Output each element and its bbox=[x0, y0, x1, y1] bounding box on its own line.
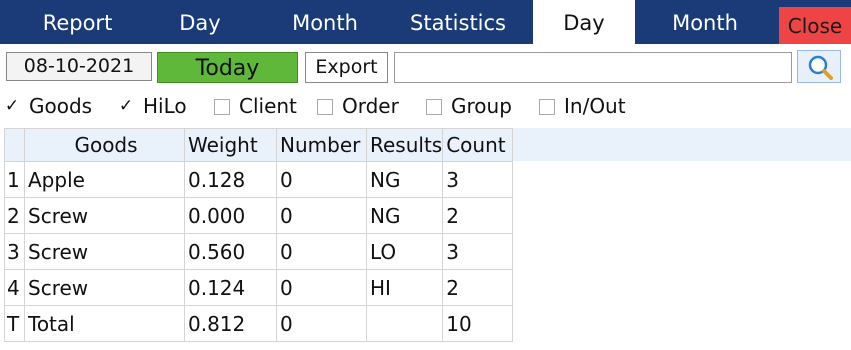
cell-weight: 0.560 bbox=[184, 233, 277, 270]
cell-number: 0 bbox=[276, 269, 367, 306]
today-button[interactable]: Today bbox=[157, 52, 298, 83]
table-header-row: Goods Weight Number Results Count bbox=[4, 128, 514, 162]
filter-label: Client bbox=[239, 94, 297, 118]
filter-label: Group bbox=[451, 94, 512, 118]
cell-result: NG bbox=[365, 161, 444, 198]
close-button[interactable]: Close bbox=[779, 7, 851, 44]
tab-day-selected[interactable]: Day bbox=[533, 0, 635, 44]
filter-hilo[interactable]: ✓ HiLo bbox=[118, 91, 187, 121]
checkmark-icon: ✓ bbox=[4, 96, 20, 116]
cell-result: LO bbox=[365, 233, 444, 270]
cell-count: 2 bbox=[442, 269, 514, 306]
table-row[interactable]: 3 Screw 0.560 0 LO 3 bbox=[4, 233, 514, 270]
cell-weight: 0.812 bbox=[184, 305, 277, 342]
row-index: 2 bbox=[4, 197, 25, 234]
search-button[interactable] bbox=[797, 50, 841, 83]
table-total-row[interactable]: T Total 0.812 0 10 bbox=[4, 305, 514, 342]
checkbox-icon bbox=[214, 99, 230, 115]
header-count[interactable]: Count bbox=[442, 128, 514, 162]
cell-count: 3 bbox=[442, 233, 514, 270]
tab-report[interactable]: Report bbox=[10, 0, 145, 44]
cell-number: 0 bbox=[276, 233, 367, 270]
tab-month-2[interactable]: Month bbox=[650, 0, 760, 44]
checkbox-icon bbox=[426, 99, 442, 115]
cell-goods: Total bbox=[24, 305, 185, 342]
header-index bbox=[4, 128, 25, 162]
row-index: 3 bbox=[4, 233, 25, 270]
cell-weight: 0.000 bbox=[184, 197, 277, 234]
cell-goods: Screw bbox=[24, 197, 185, 234]
table-row[interactable]: 1 Apple 0.128 0 NG 3 bbox=[4, 161, 514, 198]
cell-count: 10 bbox=[442, 305, 514, 342]
cell-count: 2 bbox=[442, 197, 514, 234]
cell-result: HI bbox=[365, 269, 444, 306]
filter-label: Order bbox=[342, 94, 399, 118]
report-table: Goods Weight Number Results Count 1 Appl… bbox=[4, 128, 514, 342]
filter-label: HiLo bbox=[143, 94, 187, 118]
cell-result bbox=[365, 305, 444, 342]
header-weight[interactable]: Weight bbox=[184, 128, 277, 162]
top-tab-bar: Report Day Month Statistics Day Month Cl… bbox=[0, 0, 851, 44]
filter-in-out[interactable]: In/Out bbox=[539, 91, 626, 121]
checkbox-icon bbox=[539, 99, 555, 115]
cell-goods: Screw bbox=[24, 269, 185, 306]
cell-goods: Apple bbox=[24, 161, 185, 198]
cell-goods: Screw bbox=[24, 233, 185, 270]
filter-label: In/Out bbox=[564, 94, 626, 118]
header-number[interactable]: Number bbox=[276, 128, 367, 162]
tab-month[interactable]: Month bbox=[270, 0, 380, 44]
filter-client[interactable]: Client bbox=[214, 91, 297, 121]
row-index: 1 bbox=[4, 161, 25, 198]
filter-label: Goods bbox=[29, 94, 93, 118]
tab-statistics[interactable]: Statistics bbox=[398, 0, 518, 44]
table-row[interactable]: 2 Screw 0.000 0 NG 2 bbox=[4, 197, 514, 234]
header-goods[interactable]: Goods bbox=[24, 128, 185, 162]
cell-weight: 0.124 bbox=[184, 269, 277, 306]
search-input[interactable] bbox=[394, 52, 792, 83]
checkbox-icon bbox=[317, 99, 333, 115]
row-index: T bbox=[4, 305, 25, 342]
cell-weight: 0.128 bbox=[184, 161, 277, 198]
table-row[interactable]: 4 Screw 0.124 0 HI 2 bbox=[4, 269, 514, 306]
checkmark-icon: ✓ bbox=[118, 96, 134, 116]
filter-group[interactable]: Group bbox=[426, 91, 512, 121]
cell-result: NG bbox=[365, 197, 444, 234]
cell-count: 3 bbox=[442, 161, 514, 198]
date-field[interactable]: 08-10-2021 bbox=[6, 52, 152, 81]
row-index: 4 bbox=[4, 269, 25, 306]
cell-number: 0 bbox=[276, 305, 367, 342]
magnifier-icon bbox=[808, 55, 833, 80]
cell-number: 0 bbox=[276, 197, 367, 234]
export-button[interactable]: Export bbox=[305, 52, 388, 83]
filter-goods[interactable]: ✓ Goods bbox=[4, 91, 92, 121]
filter-order[interactable]: Order bbox=[317, 91, 399, 121]
cell-number: 0 bbox=[276, 161, 367, 198]
header-result[interactable]: Results bbox=[365, 128, 444, 162]
filter-row: ✓ Goods ✓ HiLo Client Order Group In/Out bbox=[4, 91, 849, 121]
tab-day[interactable]: Day bbox=[160, 0, 240, 44]
